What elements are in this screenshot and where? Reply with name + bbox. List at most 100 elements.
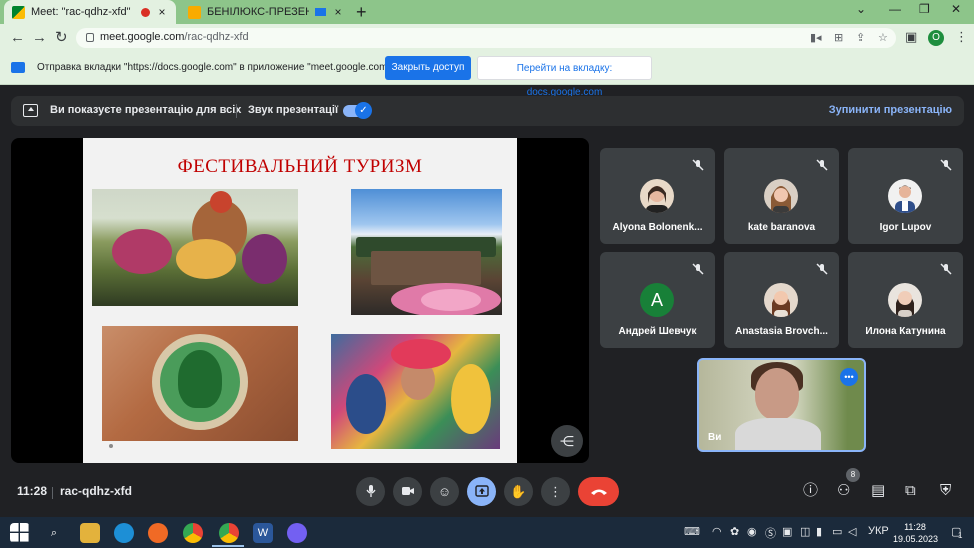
reload-icon[interactable]: ↻ [55, 28, 68, 48]
tab-strip: Meet: "rac-qdhz-xfd" × БЕНІЛЮКС-ПРЕЗЕНТА… [0, 0, 974, 24]
system-clock[interactable]: 11:28 19.05.2023 [893, 521, 938, 545]
firefox-icon[interactable] [148, 523, 168, 543]
slide-title: ФЕСТИВАЛЬНИЙ ТУРИЗМ [177, 156, 423, 177]
slide-indicator [109, 444, 113, 448]
tray-app-icon[interactable]: ◫ [800, 525, 810, 538]
presenting-bar: Ви показуєте презентацію для всіх Звук п… [11, 96, 964, 126]
translate-icon[interactable]: ⊞ [834, 31, 843, 44]
presentation-sound-toggle[interactable]: ✓ [343, 102, 372, 119]
participant-tile[interactable]: Alyona Bolonenk... [600, 148, 715, 244]
switch-tab-button[interactable]: Перейти на вкладку: docs.google.com [477, 56, 652, 98]
url-text: meet.google.com/rac-qdhz-xfd [100, 31, 249, 43]
edge-icon[interactable] [114, 523, 134, 543]
hang-up-icon [590, 489, 607, 495]
tab-presentation[interactable]: БЕНІЛЮКС-ПРЕЗЕНТА.ppt - × [180, 0, 352, 24]
participant-tile[interactable]: kate baranova [724, 148, 839, 244]
raise-hand-button[interactable]: ✋ [504, 477, 533, 506]
presentation-sound-label: Звук презентації [248, 104, 339, 116]
divider [52, 487, 53, 499]
search-icon[interactable]: ⌕ [44, 523, 64, 543]
mic-off-icon [940, 263, 952, 275]
infobar-message: Отправка вкладки "https://docs.google.co… [37, 62, 400, 73]
meet-favicon-icon [12, 5, 25, 19]
participant-name: Igor Lupov [879, 222, 932, 233]
leave-call-button[interactable] [578, 477, 619, 506]
wifi-icon[interactable]: ◠ [712, 525, 722, 538]
participant-name: Илона Катунина [865, 326, 946, 337]
people-count-badge: 8 [846, 468, 860, 482]
host-controls-icon[interactable]: ⛨ [940, 481, 951, 501]
divider [236, 104, 237, 118]
present-icon [474, 485, 489, 497]
address-bar[interactable]: meet.google.com/rac-qdhz-xfd ▮◂ ⊞ ⇪ ☆ [76, 28, 896, 48]
close-window-button[interactable]: ✕ [951, 2, 961, 16]
tray-app-icon[interactable]: ✿ [730, 525, 739, 538]
present-now-button[interactable] [467, 477, 496, 506]
self-video-tile[interactable]: ••• Ви [697, 358, 866, 452]
carnival-photo [331, 334, 500, 449]
skype-tray-icon[interactable]: Ⓢ [765, 525, 776, 541]
camera-icon [401, 487, 414, 495]
people-icon[interactable]: ⚇ [837, 481, 850, 501]
participant-name: Андрей Шевчук [618, 326, 697, 337]
slides-favicon-icon [188, 5, 201, 19]
forward-arrow-icon[interactable]: → [32, 28, 47, 48]
maximize-button[interactable]: ❐ [919, 2, 930, 16]
word-icon[interactable]: W [253, 523, 273, 543]
viber-icon[interactable] [287, 523, 307, 543]
tray-app-icon[interactable]: ▣ [782, 525, 792, 538]
camera-icon[interactable]: ▮◂ [810, 31, 822, 44]
mic-off-icon [816, 263, 828, 275]
volume-icon[interactable]: ◁ [848, 525, 856, 538]
close-tab-icon[interactable]: × [156, 5, 168, 19]
back-arrow-icon[interactable]: ← [10, 28, 25, 48]
network-icon[interactable]: ▭ [832, 525, 842, 538]
bookmark-star-icon[interactable]: ☆ [878, 31, 888, 44]
cast-tab-icon [11, 62, 25, 73]
self-video-body [735, 418, 821, 450]
sidebar-icon[interactable]: ▣ [905, 29, 917, 45]
avatar [764, 283, 798, 317]
url-path: /rac-qdhz-xfd [184, 31, 249, 43]
mic-off-icon [692, 263, 704, 275]
emoji-icon: ☺ [437, 484, 452, 499]
stop-presenting-button[interactable]: Зупинити презентацію [829, 104, 952, 116]
chrome-icon[interactable] [183, 523, 203, 543]
new-tab-button[interactable]: + [356, 2, 367, 22]
participant-tile[interactable]: Илона Катунина [848, 252, 963, 348]
keyboard-icon[interactable]: ⌨ [684, 525, 700, 538]
close-tab-icon[interactable]: × [332, 5, 344, 19]
participant-tile[interactable]: Anastasia Brovch... [724, 252, 839, 348]
tab-meet[interactable]: Meet: "rac-qdhz-xfd" × [4, 0, 176, 24]
microphone-tray-icon[interactable]: ▮ [816, 525, 822, 538]
chrome-icon[interactable] [219, 523, 239, 543]
menu-dots-icon[interactable]: ⋮ [955, 29, 968, 45]
language-indicator[interactable]: УКР [868, 525, 889, 537]
profile-avatar[interactable]: O [928, 30, 944, 46]
stop-sharing-button[interactable]: Закрыть доступ [385, 56, 471, 80]
file-explorer-icon[interactable] [80, 523, 100, 543]
meeting-info-icon[interactable]: ⓘ [803, 481, 818, 501]
chat-icon[interactable]: ▤ [871, 481, 885, 501]
tab-search-icon[interactable]: ⌄ [856, 2, 866, 16]
windows-start-icon[interactable] [10, 523, 30, 543]
lock-icon [86, 33, 94, 42]
activities-icon[interactable]: ⧉ [905, 481, 916, 501]
microphone-button[interactable] [356, 477, 385, 506]
toolbar: ← → ↻ meet.google.com/rac-qdhz-xfd ▮◂ ⊞ … [0, 24, 974, 52]
share-icon-button[interactable]: ⋲ [551, 425, 583, 457]
participant-name: Anastasia Brovch... [735, 326, 828, 337]
speaking-indicator-icon: ••• [840, 368, 858, 386]
cannabis-sign-photo [102, 326, 298, 441]
active-app-indicator [212, 545, 244, 547]
participant-tile[interactable]: Igor Lupov [848, 148, 963, 244]
more-vert-icon: ⋮ [549, 484, 562, 499]
more-options-button[interactable]: ⋮ [541, 477, 570, 506]
keukenhof-photo [351, 189, 502, 315]
camera-button[interactable] [393, 477, 422, 506]
emoji-button[interactable]: ☺ [430, 477, 459, 506]
minimize-button[interactable]: — [889, 2, 901, 16]
participant-tile[interactable]: A Андрей Шевчук [600, 252, 715, 348]
viber-tray-icon[interactable]: ◉ [747, 525, 757, 538]
share-icon[interactable]: ⇪ [856, 31, 865, 44]
